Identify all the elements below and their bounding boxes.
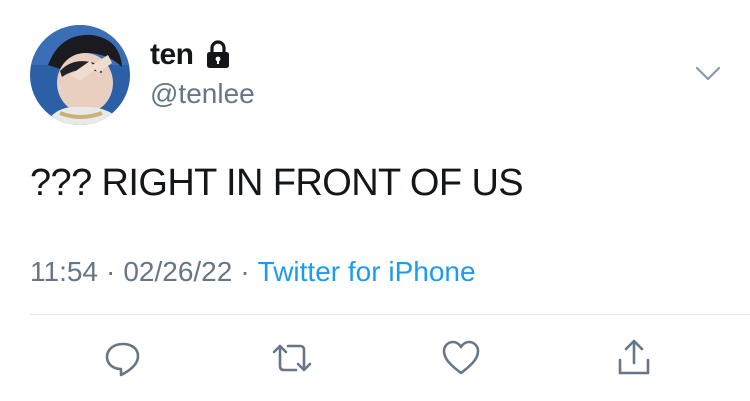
handle[interactable]: @tenlee — [150, 78, 255, 110]
tweet-time[interactable]: 11:54 — [30, 256, 98, 287]
tweet-source-link[interactable]: Twitter for iPhone — [258, 256, 476, 287]
meta-separator: · — [240, 256, 250, 287]
lock-icon — [204, 40, 232, 70]
divider — [30, 314, 750, 315]
meta-separator: · — [106, 256, 116, 287]
action-bar — [0, 334, 750, 382]
tweet-date[interactable]: 02/26/22 — [123, 256, 232, 287]
heart-icon — [442, 340, 480, 375]
like-button[interactable] — [437, 334, 485, 382]
share-icon — [618, 339, 650, 375]
reply-icon — [105, 342, 140, 377]
avatar[interactable] — [30, 25, 130, 125]
reply-button[interactable] — [99, 334, 147, 382]
tweet-text: ??? RIGHT IN FRONT OF US — [30, 162, 524, 204]
display-name[interactable]: ten — [150, 38, 194, 72]
share-button[interactable] — [610, 334, 658, 382]
tweet-detail: ten @tenlee ??? RIGHT IN FRONT OF US 11:… — [0, 0, 750, 401]
chevron-down-icon — [695, 66, 721, 81]
display-name-row: ten — [150, 38, 232, 72]
tweet-meta: 11:54 · 02/26/22 · Twitter for iPhone — [30, 256, 476, 288]
retweet-button[interactable] — [268, 334, 316, 382]
tweet-menu-button[interactable] — [688, 56, 728, 92]
retweet-icon — [272, 344, 312, 372]
